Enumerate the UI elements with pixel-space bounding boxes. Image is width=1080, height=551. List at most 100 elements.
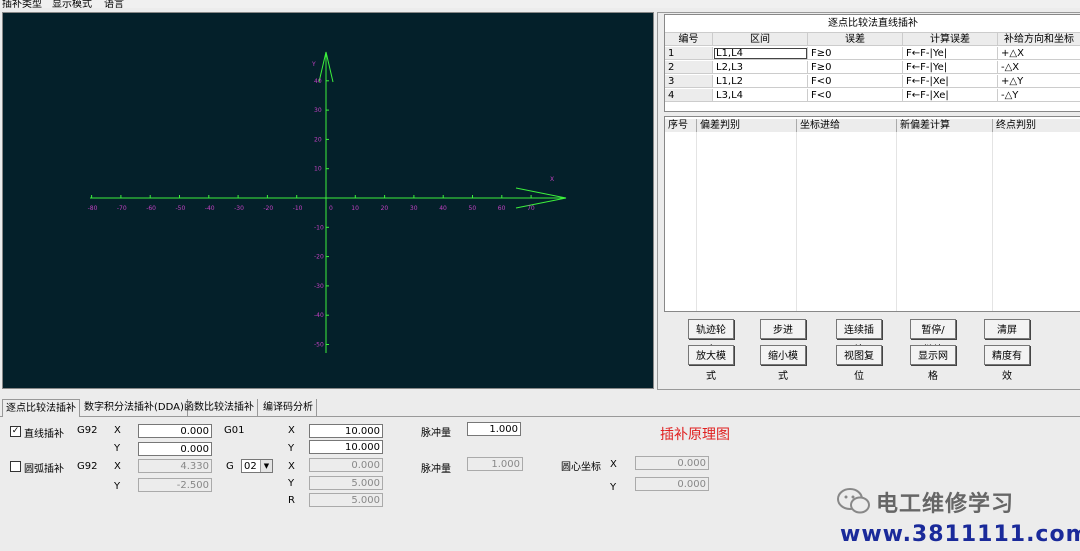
column-header: 坐标进给 [797,119,897,132]
x-tick-label: 0 [329,205,333,212]
y-axis-label: Y [311,61,316,68]
x-tick-label: -10 [293,205,303,212]
line-end-y-field[interactable]: 10.000 [309,440,383,454]
x-tick-label: -40 [205,205,215,212]
y-tick-label: 20 [314,136,322,143]
tab-codec-analysis[interactable]: 编译码分析 [260,399,317,416]
x-tick-label: -80 [88,205,98,212]
line-interp-checkbox[interactable]: ✓ [10,426,21,437]
x-tick-label: -30 [234,205,244,212]
table-cell: +△Y [998,75,1080,88]
arc-start-x-field[interactable]: 4.330 [138,459,212,473]
x-tick-label: 40 [439,205,447,212]
tab-point-comparison[interactable]: 逐点比较法插补 [2,399,80,417]
arc-center-x-label: X [610,459,617,470]
step-log-table[interactable]: 序号 偏差判别 坐标进给 新偏差计算 终点判别 [664,116,1080,312]
table-cell: L2,L3 [713,61,808,74]
table-cell: 3 [665,75,713,88]
arc-end-x-label: X [288,461,295,472]
line-start-x-field[interactable]: 0.000 [138,424,212,438]
arc-g-select[interactable]: 02 ▼ [241,459,273,473]
x-tick-label: -70 [117,205,127,212]
line-pulse-field[interactable]: 1.000 [467,422,521,436]
table-row[interactable]: 4 L3,L4 F<0 F←F-|Xe| -△Y [665,89,1080,102]
wechat-icon [837,488,870,514]
rule-table-header: 编号 区间 误差 计算误差 补给方向和坐标 [665,33,1080,46]
rule-table-title: 逐点比较法直线插补 [665,15,1080,33]
arc-interp-label: 圆弧插补 [24,464,64,475]
show-grid-button[interactable]: 显示网格 [910,345,956,382]
y-tick-label: -30 [314,283,324,290]
table-cell: L1,L2 [713,75,808,88]
arc-radius-field[interactable]: 5.000 [309,493,383,507]
table-cell: F≥0 [808,47,903,60]
arc-g-select-value: 02 [244,461,257,472]
x-tick-label: -60 [146,205,156,212]
arc-end-y-label: Y [288,478,295,489]
arc-center-x-field[interactable]: 0.000 [635,456,709,470]
arc-g-label: G [226,461,234,472]
table-cell: -△X [998,61,1080,74]
view-reset-button[interactable]: 视图复位 [836,345,882,382]
arc-start-y-field[interactable]: -2.500 [138,478,212,492]
tab-function-comparison[interactable]: 函数比较法插补 [181,399,258,416]
trajectory-outline-button[interactable]: 轨迹轮廓 [688,319,734,356]
arc-end-x-field[interactable]: 0.000 [309,458,383,472]
step-button[interactable]: 步进 [760,319,806,339]
line-start-y-field[interactable]: 0.000 [138,442,212,456]
menu-display-mode[interactable]: 显示模式 [52,0,92,8]
column-header: 新偏差计算 [897,119,993,132]
plot-canvas[interactable]: -80 -70 -60 -50 -40 -30 -20 -10 0 10 20 30 40 50 60 70 4… [2,12,654,389]
arc-interp-checkbox[interactable] [10,461,21,472]
line-pulse-label: 脉冲量 [421,428,451,439]
arc-y-label: Y [114,481,121,492]
column-header: 终点判别 [993,119,1080,132]
column-divider [896,132,897,311]
arc-center-y-field[interactable]: 0.000 [635,477,709,491]
table-cell: F≥0 [808,61,903,74]
arc-pulse-label: 脉冲量 [421,464,451,475]
arc-end-y-field[interactable]: 5.000 [309,476,383,490]
table-row[interactable]: 1 L1,L4 F≥0 F←F-|Ye| +△X [665,47,1080,60]
menu-language[interactable]: 语言 [104,0,124,8]
table-cell: F←F-|Ye| [903,61,998,74]
menu-bar: 插补类型 显示模式 语言 [0,0,1080,8]
arc-pulse-field[interactable]: 1.000 [467,457,523,471]
y-tick-label: 30 [314,107,322,114]
step-log-header: 序号 偏差判别 坐标进给 新偏差计算 终点判别 [665,119,1080,132]
table-cell: 2 [665,61,713,74]
zoom-out-mode-button[interactable]: 缩小模式 [760,345,806,382]
arc-x-label: X [114,461,121,472]
continuous-interp-button[interactable]: 连续插补 [836,319,882,356]
table-cell: L1,L4 [713,47,808,60]
column-divider [696,132,697,311]
chevron-down-icon[interactable]: ▼ [260,460,272,472]
y-tick-label: 10 [314,166,322,173]
menu-interp-type[interactable]: 插补类型 [2,0,42,8]
zoom-in-mode-button[interactable]: 放大模式 [688,345,734,382]
column-header: 计算误差 [903,33,998,46]
watermark-url: www.3811111.com [840,522,1080,547]
precision-valid-button[interactable]: 精度有效 [984,345,1030,382]
table-cell: -△Y [998,89,1080,102]
x-tick-label: 50 [469,205,477,212]
pause-resume-button[interactable]: 暂停/继续 [910,319,956,356]
line-end-y-label: Y [288,443,295,454]
column-divider [992,132,993,311]
x-tick-label: 10 [351,205,359,212]
principle-title: 插补原理图 [660,427,730,443]
clear-screen-button[interactable]: 清屏 [984,319,1030,339]
line-g92-label: G92 [77,425,98,436]
line-end-x-label: X [288,425,295,436]
arc-g92-label: G92 [77,461,98,472]
table-cell: L3,L4 [713,89,808,102]
rule-table: 逐点比较法直线插补 编号 区间 误差 计算误差 补给方向和坐标 1 L1,L4 F≥… [664,14,1080,112]
tab-dda[interactable]: 数字积分法插补(DDA) [81,399,188,416]
x-tick-label: 20 [381,205,389,212]
y-tick-label: -10 [314,224,324,231]
column-header: 区间 [713,33,808,46]
table-row[interactable]: 3 L1,L2 F<0 F←F-|Xe| +△Y [665,75,1080,88]
column-header: 误差 [808,33,903,46]
line-end-x-field[interactable]: 10.000 [309,424,383,438]
table-row[interactable]: 2 L2,L3 F≥0 F←F-|Ye| -△X [665,61,1080,74]
